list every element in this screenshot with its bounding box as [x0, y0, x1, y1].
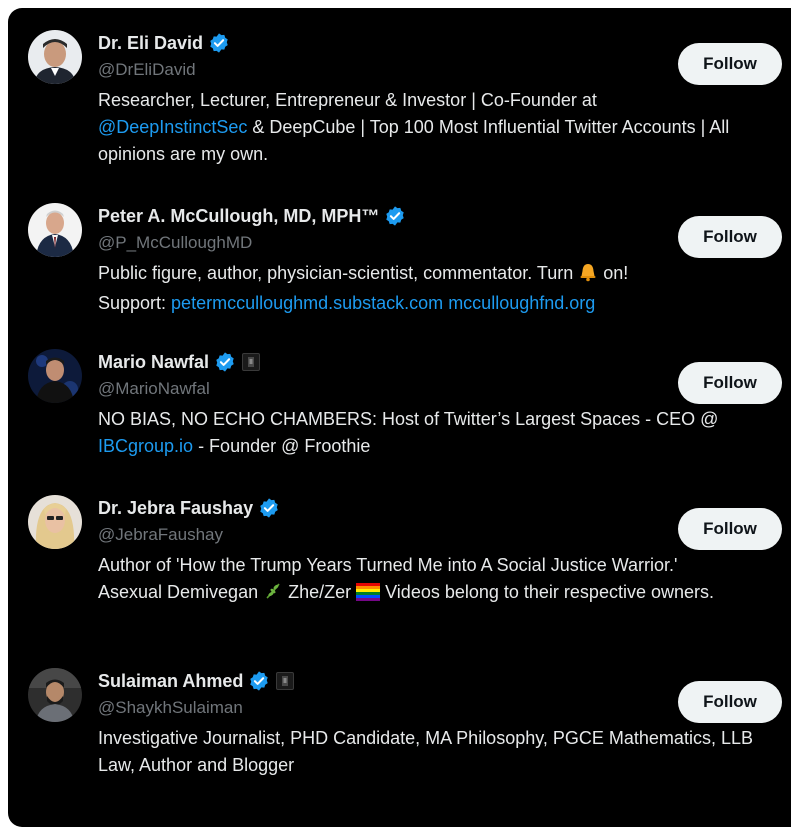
bio-text: Zhe/Zer: [283, 582, 357, 602]
verified-badge-icon: [208, 32, 230, 54]
user-content: Mario Nawfal @MarioNawfal NO BIAS, NO EC…: [98, 349, 783, 460]
verified-badge-icon: [214, 351, 236, 373]
display-name[interactable]: Sulaiman Ahmed: [98, 671, 243, 692]
user-content: Dr. Eli David @DrEliDavid Researcher, Le…: [98, 30, 783, 168]
who-to-follow-panel: Dr. Eli David @DrEliDavid Researcher, Le…: [8, 8, 791, 827]
user-bio: NO BIAS, NO ECHO CHAMBERS: Host of Twitt…: [98, 406, 783, 460]
verified-badge-icon: [384, 205, 406, 227]
affiliate-badge-icon[interactable]: [276, 672, 295, 690]
bio-text: Author of 'How the Trump Years Turned Me…: [98, 555, 678, 575]
display-name[interactable]: Dr. Jebra Faushay: [98, 498, 253, 519]
bio-text: Researcher, Lecturer, Entrepreneur & Inv…: [98, 90, 597, 110]
bell-emoji-icon: [578, 262, 598, 290]
display-name[interactable]: Dr. Eli David: [98, 33, 203, 54]
user-bio: Public figure, author, physician-scienti…: [98, 260, 783, 317]
herb-emoji-icon: [263, 581, 283, 609]
bio-url-link[interactable]: mcculloughfnd.org: [448, 293, 595, 313]
user-content: Peter A. McCullough, MD, MPH™ @P_McCullo…: [98, 203, 783, 317]
display-name[interactable]: Peter A. McCullough, MD, MPH™: [98, 206, 379, 227]
verified-badge-icon: [248, 670, 270, 692]
avatar[interactable]: [28, 668, 82, 722]
display-name[interactable]: Mario Nawfal: [98, 352, 209, 373]
bio-text: on!: [598, 263, 629, 283]
avatar[interactable]: [28, 30, 82, 84]
verified-badge-icon: [258, 497, 280, 519]
follow-button[interactable]: Follow: [678, 216, 782, 258]
user-bio: Author of 'How the Trump Years Turned Me…: [98, 552, 783, 609]
follow-button[interactable]: Follow: [678, 43, 782, 85]
follow-button[interactable]: Follow: [678, 362, 782, 404]
bio-text: NO BIAS, NO ECHO CHAMBERS: Host of Twitt…: [98, 409, 719, 429]
bio-text: Videos belong to their respective owners…: [380, 582, 714, 602]
user-content: Dr. Jebra Faushay @JebraFaushay Author o…: [98, 495, 783, 609]
avatar[interactable]: [28, 349, 82, 403]
follow-button[interactable]: Follow: [678, 508, 782, 550]
user-bio: Investigative Journalist, PHD Candidate,…: [98, 725, 783, 779]
affiliate-badge-icon[interactable]: [242, 353, 261, 371]
follow-button[interactable]: Follow: [678, 681, 782, 723]
bio-url-link[interactable]: petermcculloughmd.substack.com: [171, 293, 443, 313]
bio-mention-link[interactable]: @DeepInstinctSec: [98, 117, 247, 137]
avatar[interactable]: [28, 495, 82, 549]
rainbow-flag-emoji-icon: [356, 582, 381, 609]
avatar[interactable]: [28, 203, 82, 257]
bio-text: - Founder @ Froothie: [193, 436, 371, 456]
user-content: Sulaiman Ahmed @ShaykhSulaiman Investiga…: [98, 668, 783, 779]
user-bio: Researcher, Lecturer, Entrepreneur & Inv…: [98, 87, 783, 168]
bio-text: Asexual Demivegan: [98, 582, 264, 602]
bio-text: Support:: [98, 293, 172, 313]
bio-text: Public figure, author, physician-scienti…: [98, 263, 579, 283]
bio-text: Investigative Journalist, PHD Candidate,…: [98, 728, 753, 775]
bio-url-link[interactable]: IBCgroup.io: [98, 436, 193, 456]
